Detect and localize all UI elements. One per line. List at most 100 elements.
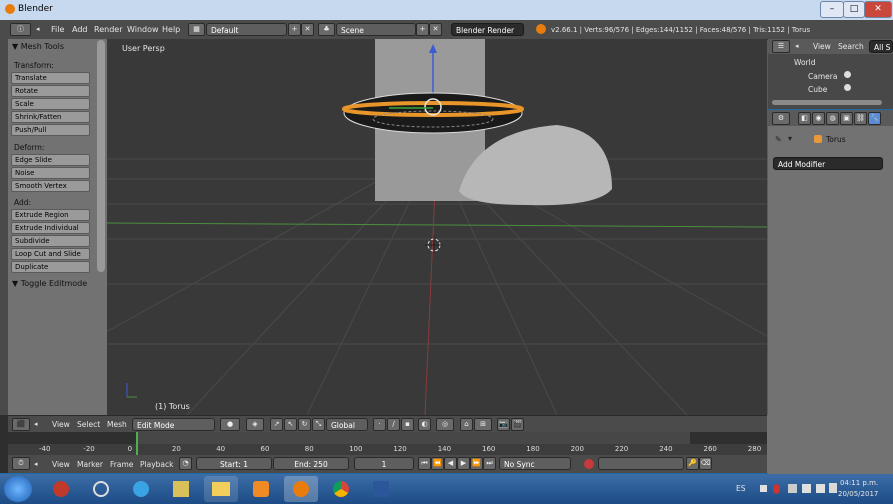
keying-set-field[interactable]: [598, 457, 684, 470]
scene-tab-icon[interactable]: ◉: [812, 112, 825, 125]
pin-icon[interactable]: ✎: [775, 135, 782, 144]
constraints-tab-icon[interactable]: ⛓: [854, 112, 867, 125]
tray-network-icon[interactable]: [802, 484, 811, 493]
render-tab-icon[interactable]: ◧: [798, 112, 811, 125]
next-keyframe-icon[interactable]: ⏩: [470, 457, 483, 470]
viewport-mesh-menu[interactable]: Mesh: [107, 420, 127, 429]
tray-antivirus-icon[interactable]: [773, 484, 780, 494]
start-button[interactable]: [4, 476, 32, 502]
timeline-marker-menu[interactable]: Marker: [77, 460, 103, 469]
taskbar-clock-app-icon[interactable]: [84, 476, 118, 502]
outliner-search-menu[interactable]: Search: [838, 42, 864, 51]
prev-keyframe-icon[interactable]: ⏪: [431, 457, 444, 470]
viewport-shading-icon[interactable]: ●: [220, 418, 240, 431]
taskbar-chrome-icon[interactable]: [324, 476, 358, 502]
scene-select[interactable]: Scene: [336, 23, 416, 36]
3d-viewport[interactable]: User Persp (1) Torus: [107, 39, 767, 415]
outliner-display-select[interactable]: All S: [869, 40, 893, 53]
scene-icon[interactable]: ♣: [318, 23, 335, 36]
eye-icon[interactable]: [844, 71, 851, 78]
snap-toggle-icon[interactable]: ⌂: [460, 418, 473, 431]
minimize-button[interactable]: –: [820, 1, 844, 18]
close-button[interactable]: ✕: [864, 1, 892, 18]
delete-keyframe-icon[interactable]: ⌫: [699, 457, 712, 470]
menu-render[interactable]: Render: [94, 25, 122, 34]
remove-layout-icon[interactable]: ✕: [301, 23, 314, 36]
timeline-menu-toggle-icon[interactable]: ◂: [34, 460, 38, 468]
pivot-point-icon[interactable]: ◈: [246, 418, 264, 431]
remove-scene-icon[interactable]: ✕: [429, 23, 442, 36]
vertex-select-icon[interactable]: ·: [373, 418, 386, 431]
loop-cut-slide-button[interactable]: Loop Cut and Slide: [11, 248, 90, 260]
viewport-editor-icon[interactable]: ⬛: [12, 418, 30, 431]
tray-show-hidden-icon[interactable]: [760, 485, 767, 492]
sync-mode-select[interactable]: No Sync: [499, 457, 571, 470]
properties-editor-icon[interactable]: ⚙: [772, 112, 790, 125]
render-preview-icon[interactable]: 📷: [497, 418, 510, 431]
translate-manipulator-icon[interactable]: ↖: [284, 418, 297, 431]
menu-add[interactable]: Add: [72, 25, 88, 34]
outliner-item-camera[interactable]: Camera: [808, 72, 837, 81]
timeline-playback-menu[interactable]: Playback: [140, 460, 173, 469]
add-scene-icon[interactable]: +: [416, 23, 429, 36]
push-pull-button[interactable]: Push/Pull: [11, 124, 90, 136]
viewport-select-menu[interactable]: Select: [77, 420, 100, 429]
insert-keyframe-icon[interactable]: 🔑: [686, 457, 699, 470]
extrude-region-button[interactable]: Extrude Region: [11, 209, 90, 221]
outliner-item-cube[interactable]: Cube: [808, 85, 827, 94]
end-frame-field[interactable]: End: 250: [273, 457, 349, 470]
toggle-editmode-header[interactable]: ▼ Toggle Editmode: [12, 279, 87, 288]
interaction-mode-select[interactable]: Edit Mode: [132, 418, 215, 431]
timeline-editor-icon[interactable]: ⏱: [12, 457, 30, 470]
scale-button[interactable]: Scale: [11, 98, 90, 110]
editor-type-info-icon[interactable]: ⓘ: [10, 23, 31, 36]
taskbar-media-player-icon[interactable]: [244, 476, 278, 502]
taskbar-network-app-icon[interactable]: [164, 476, 198, 502]
shrink-fatten-button[interactable]: Shrink/Fatten: [11, 111, 90, 123]
manipulator-toggle-icon[interactable]: ↗: [270, 418, 283, 431]
edge-select-icon[interactable]: /: [387, 418, 400, 431]
snap-element-icon[interactable]: ⊞: [474, 418, 492, 431]
taskbar-app-pin-icon[interactable]: [44, 476, 78, 502]
limit-selection-icon[interactable]: ◐: [418, 418, 431, 431]
viewport-menu-toggle-icon[interactable]: ◂: [34, 420, 38, 428]
proportional-edit-icon[interactable]: ◎: [436, 418, 454, 431]
viewport-view-menu[interactable]: View: [52, 420, 70, 429]
play-icon[interactable]: ▶: [457, 457, 470, 470]
maximize-button[interactable]: □: [843, 1, 865, 18]
tray-volume-icon[interactable]: [816, 484, 825, 493]
rotate-manipulator-icon[interactable]: ↻: [298, 418, 311, 431]
opengl-render-icon[interactable]: 🎬: [511, 418, 524, 431]
tool-shelf-scrollbar[interactable]: [97, 40, 105, 272]
screen-layout-select[interactable]: Default: [206, 23, 287, 36]
scale-manipulator-icon[interactable]: ⤡: [312, 418, 325, 431]
duplicate-button[interactable]: Duplicate: [11, 261, 90, 273]
noise-button[interactable]: Noise: [11, 167, 90, 179]
outliner-menu-toggle-icon[interactable]: ◂: [795, 42, 799, 50]
mesh-tools-header[interactable]: ▼ Mesh Tools: [12, 42, 64, 51]
jump-end-icon[interactable]: ⏭: [483, 457, 496, 470]
menu-file[interactable]: File: [51, 25, 64, 34]
tray-battery-icon[interactable]: [829, 483, 837, 493]
render-engine-select[interactable]: Blender Render: [451, 23, 524, 36]
eye-icon[interactable]: [844, 84, 851, 91]
collapse-menu-icon[interactable]: ◂: [36, 25, 40, 33]
outliner-scrollbar[interactable]: [772, 100, 882, 105]
outliner-view-menu[interactable]: View: [813, 42, 831, 51]
timeline-view-menu[interactable]: View: [52, 460, 70, 469]
screen-layout-icon[interactable]: ▦: [188, 23, 205, 36]
preview-range-icon[interactable]: ◔: [179, 457, 192, 470]
extrude-individual-button[interactable]: Extrude Individual: [11, 222, 90, 234]
start-frame-field[interactable]: Start: 1: [196, 457, 272, 470]
edge-slide-button[interactable]: Edge Slide: [11, 154, 90, 166]
taskbar-date[interactable]: 20/05/2017: [838, 490, 878, 498]
jump-start-icon[interactable]: ⏮: [418, 457, 431, 470]
menu-window[interactable]: Window: [127, 25, 159, 34]
play-reverse-icon[interactable]: ◀: [444, 457, 457, 470]
taskbar-blender-icon[interactable]: [284, 476, 318, 502]
tray-device-icon[interactable]: [788, 484, 797, 493]
language-indicator[interactable]: ES: [736, 484, 746, 493]
timeline-frame-menu[interactable]: Frame: [110, 460, 133, 469]
menu-help[interactable]: Help: [162, 25, 180, 34]
taskbar-word-icon[interactable]: [364, 476, 398, 502]
